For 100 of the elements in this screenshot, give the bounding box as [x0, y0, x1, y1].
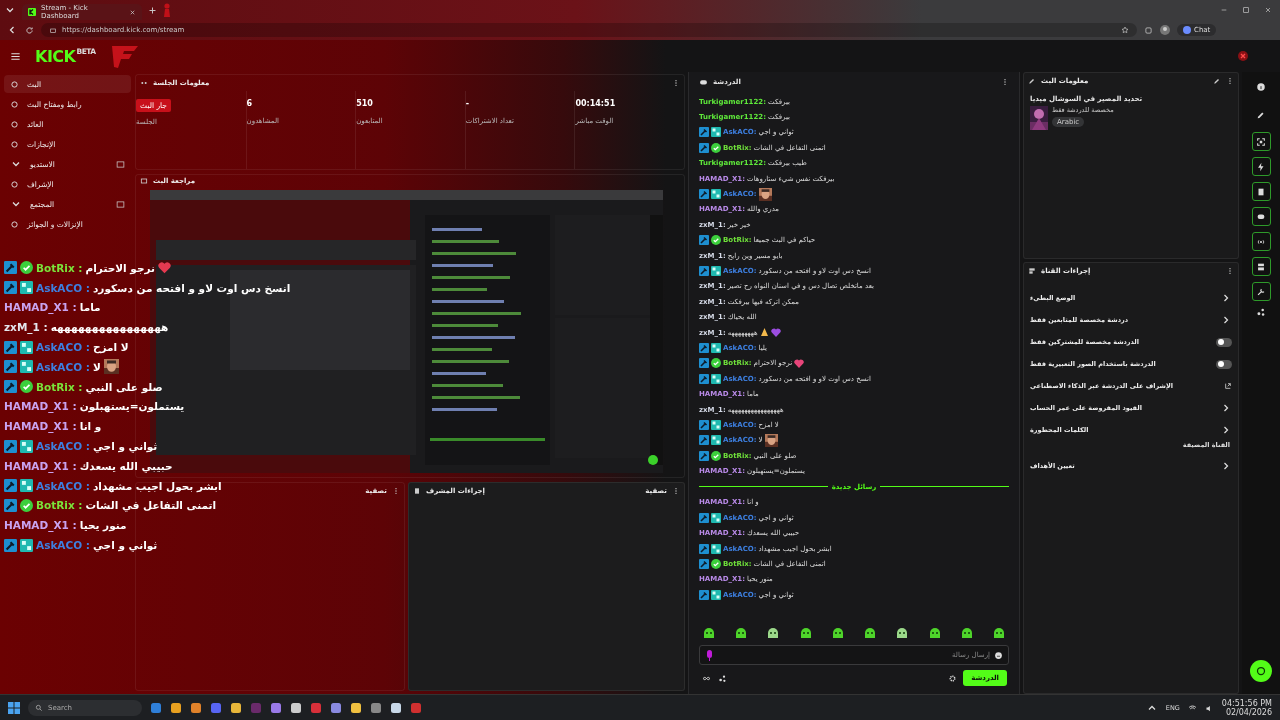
session-icon [140, 79, 148, 87]
chat-username[interactable]: BotRix : [36, 261, 83, 274]
preview-icon [140, 177, 148, 185]
lightning-icon [1256, 161, 1266, 172]
more-icon [1226, 76, 1234, 86]
edit-icon [1028, 77, 1036, 85]
app-icon[interactable] [170, 702, 182, 714]
clock[interactable]: 04:51:56 PM 02/04/2026 [1221, 699, 1272, 717]
app-icon[interactable] [350, 702, 362, 714]
emote-icon[interactable] [703, 627, 715, 639]
app-icon[interactable] [190, 702, 202, 714]
emote-icon[interactable] [735, 627, 748, 639]
microphone-icon [706, 650, 713, 661]
chat-message: ابشر بحول اجيب مشهداد [93, 479, 222, 492]
chat-message: لا امزح [93, 341, 129, 354]
toolbar-button[interactable] [1251, 157, 1271, 176]
toggle-switch[interactable] [1216, 359, 1232, 369]
start-icon[interactable] [8, 702, 20, 714]
emote-icon[interactable] [896, 627, 909, 639]
settings-icon [948, 673, 958, 683]
app-icon[interactable] [270, 702, 282, 714]
emote-icon[interactable] [928, 627, 941, 639]
chat-username[interactable]: BotRix : [36, 499, 83, 512]
chat-message: ثواني و اجي [93, 440, 158, 453]
panel-icon [116, 159, 125, 169]
wrench-icon [1256, 286, 1266, 297]
share-icon [718, 673, 727, 683]
search-icon [35, 704, 43, 712]
channel-icon [1028, 267, 1036, 275]
toolbar-button[interactable] [1251, 232, 1271, 251]
toggle-switch[interactable] [1216, 337, 1232, 347]
app-icon[interactable] [390, 702, 402, 714]
chat-username[interactable]: HAMAD_X1 : [4, 400, 77, 413]
emote-icon[interactable] [831, 627, 844, 639]
avatar-icon [1160, 25, 1170, 35]
chat-message: ثواني و اجي [93, 539, 158, 552]
close-icon [129, 8, 136, 16]
chat-message: منور يحيا [79, 519, 127, 532]
app-icon[interactable] [230, 702, 242, 714]
chat-message: لا [93, 360, 101, 373]
extension-icon [1144, 25, 1153, 35]
edit-icon [1213, 77, 1221, 85]
stat-value: 6 [246, 99, 253, 110]
chat-username[interactable]: HAMAD_X1 : [4, 420, 77, 433]
more-icon [1001, 77, 1009, 87]
emote-icon[interactable] [992, 627, 1005, 639]
chat-message: ههههههههههههههههه [50, 321, 169, 334]
chat-button[interactable] [1250, 660, 1272, 682]
stat-value: 00:14:51 [575, 99, 616, 110]
chat-username[interactable]: zxM_1 : [4, 321, 48, 334]
favicon-icon [28, 8, 36, 16]
toolbar-button[interactable] [1251, 282, 1271, 301]
chat-username[interactable]: BotRix : [36, 380, 83, 393]
more-icon [672, 486, 680, 496]
site-info-icon [49, 26, 57, 34]
emote-icon[interactable] [960, 627, 973, 639]
chat-message: حبيبي الله يسعدك [79, 459, 173, 472]
layout-icon [1256, 261, 1266, 272]
chat-message: صلو على النبي [85, 380, 163, 393]
close-icon[interactable] [1238, 51, 1248, 61]
nav-icon [10, 219, 19, 229]
note-icon [1256, 186, 1266, 197]
maximize-icon [1242, 6, 1250, 14]
chat-username[interactable]: HAMAD_X1 : [4, 519, 77, 532]
nav-icon [10, 179, 19, 189]
close-icon [1264, 6, 1272, 14]
star-icon [1121, 26, 1129, 34]
chat-message: و انا [79, 420, 102, 433]
toolbar-button[interactable] [1251, 132, 1271, 151]
new-tab-icon [148, 5, 157, 15]
emote-icon[interactable] [864, 627, 877, 639]
toolbar-button[interactable] [1251, 207, 1271, 226]
menu-icon [10, 50, 21, 62]
external-link-icon [1224, 382, 1232, 390]
emote-icon[interactable] [767, 627, 780, 639]
emoji-icon [994, 650, 1003, 660]
stat-value: - [465, 99, 470, 110]
app-icon[interactable] [370, 702, 382, 714]
scan-icon [1256, 136, 1266, 147]
chat-username[interactable]: HAMAD_X1 : [4, 301, 77, 314]
note-icon [413, 487, 421, 495]
app-icon[interactable] [330, 702, 342, 714]
chat-message: يستملون=يستهبلون [79, 400, 185, 413]
toolbar-button[interactable] [1251, 257, 1271, 276]
info-icon [1256, 82, 1266, 92]
panel-icon [116, 199, 125, 209]
chat-message: اتمنى التفاعل في الشات [85, 499, 217, 512]
toolbar-button[interactable] [1251, 182, 1271, 201]
more-icon [392, 486, 400, 496]
streamer-logo-icon [109, 44, 140, 68]
emote-icon[interactable] [799, 627, 812, 639]
chat-icon [699, 77, 708, 87]
app-icon[interactable] [290, 702, 302, 714]
stat-value: 510 [356, 99, 373, 110]
chat-message: نرجو الاحترام [85, 261, 155, 274]
chat-message: ماما [79, 301, 101, 314]
minimize-icon [1220, 6, 1228, 14]
edit-icon [1256, 110, 1266, 120]
chat-username[interactable]: HAMAD_X1 : [4, 459, 77, 472]
more-icon [1226, 266, 1234, 276]
